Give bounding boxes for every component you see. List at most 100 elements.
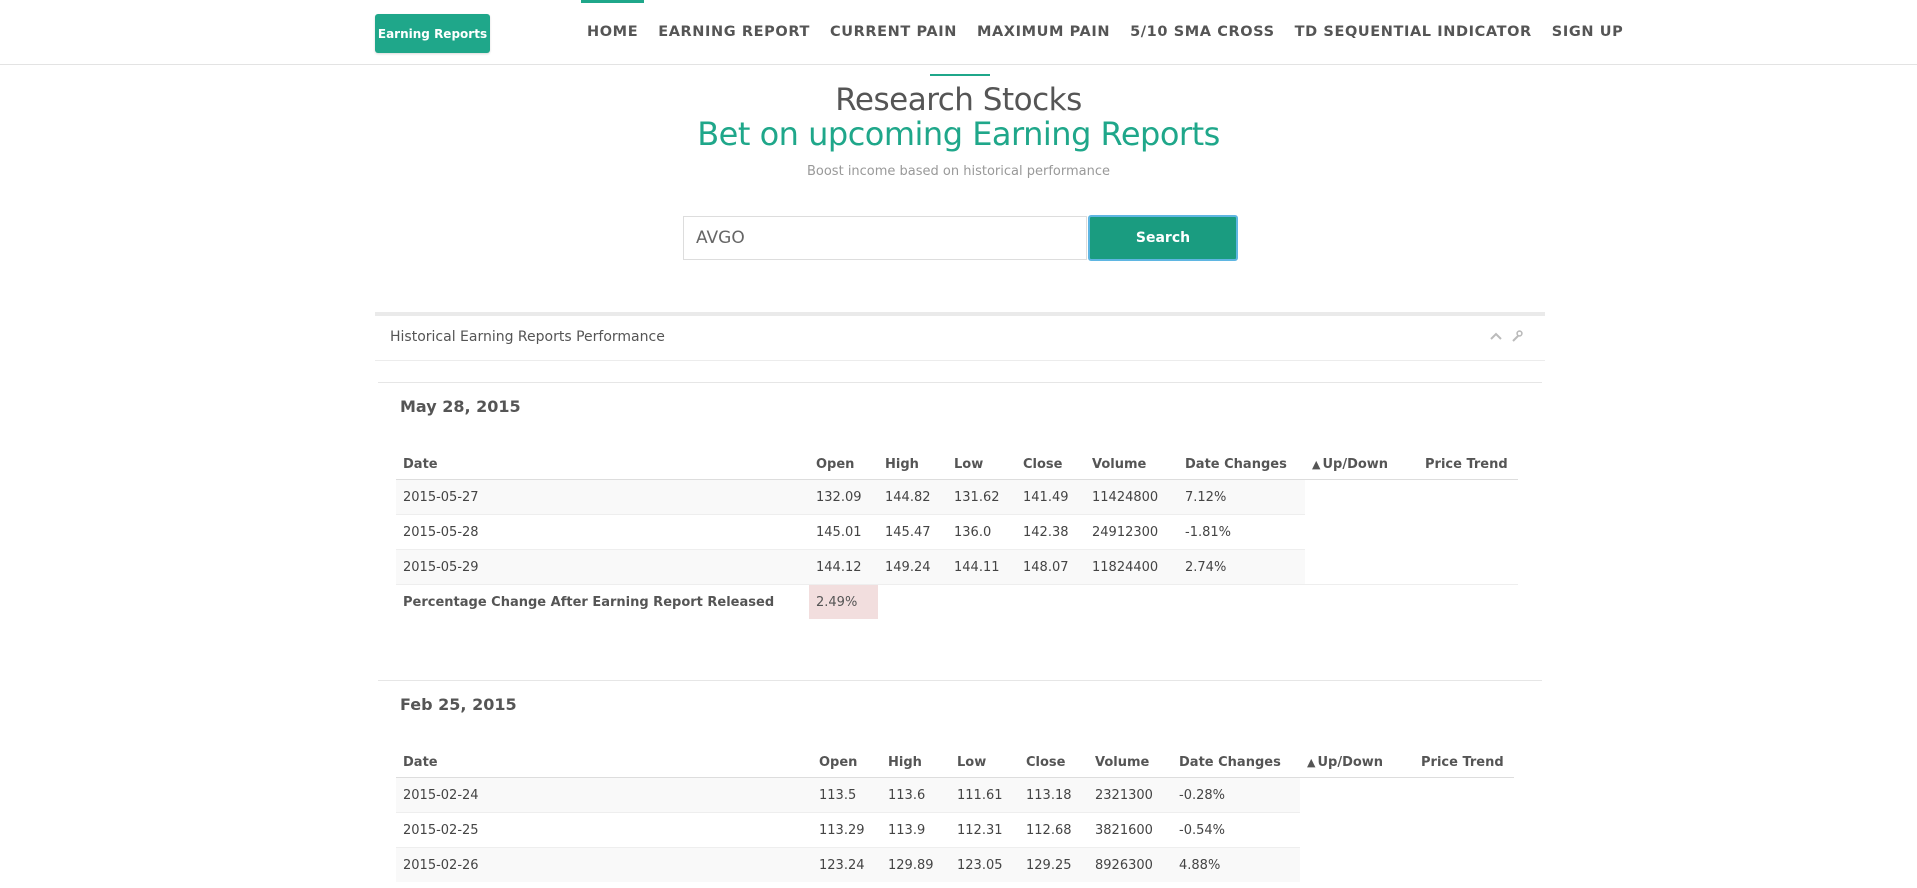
cell-close: 142.38: [1016, 514, 1085, 550]
cell-up-down: [1305, 514, 1418, 550]
cell-volume: 3821600: [1088, 812, 1172, 848]
collapse-chevron-icon[interactable]: [1490, 330, 1502, 345]
cell-date: 2015-02-26: [396, 847, 812, 882]
table-row: 2015-05-29 144.12 149.24 144.11 148.07 1…: [396, 549, 1518, 585]
cell-close: 113.18: [1019, 777, 1088, 813]
cell-up-down: [1305, 549, 1418, 585]
cell-volume: 2321300: [1088, 777, 1172, 813]
cell-close: 141.49: [1016, 479, 1085, 515]
cell-volume: 8926300: [1088, 847, 1172, 882]
cell-date-change: 4.88%: [1172, 847, 1300, 882]
col-low[interactable]: Low: [947, 449, 1016, 480]
table-row: 2015-05-28 145.01 145.47 136.0 142.38 24…: [396, 514, 1518, 550]
cell-up-down: [1300, 777, 1414, 813]
cell-high: 144.82: [878, 479, 947, 515]
cell-up-down: [1300, 847, 1414, 882]
report-table: Date Open High Low Close Volume Date Cha…: [396, 747, 1514, 882]
cell-high: 129.89: [881, 847, 950, 882]
table-header-row: Date Open High Low Close Volume Date Cha…: [396, 449, 1518, 480]
cell-price-trend: [1418, 549, 1518, 585]
cell-price-trend: [1414, 777, 1514, 813]
cell-date: 2015-05-28: [396, 514, 809, 550]
cell-low: 123.05: [950, 847, 1019, 882]
cell-high: 113.6: [881, 777, 950, 813]
cell-high: 149.24: [878, 549, 947, 585]
nav-home[interactable]: HOME: [577, 0, 648, 64]
nav-td-sequential[interactable]: TD SEQUENTIAL INDICATOR: [1285, 0, 1542, 64]
cell-date-change: -0.28%: [1172, 777, 1300, 813]
col-open[interactable]: Open: [809, 449, 878, 480]
nav-earning-report[interactable]: EARNING REPORT: [648, 0, 820, 64]
table-header-row: Date Open High Low Close Volume Date Cha…: [396, 747, 1514, 778]
summary-percentage: 2.49%: [809, 584, 878, 619]
cell-close: 148.07: [1016, 549, 1085, 585]
panel-title: Historical Earning Reports Performance: [390, 329, 665, 345]
col-date-changes[interactable]: Date Changes: [1178, 449, 1305, 480]
summary-label: Percentage Change After Earning Report R…: [396, 584, 809, 619]
cell-up-down: [1305, 479, 1418, 515]
table-row: 2015-05-27 132.09 144.82 131.62 141.49 1…: [396, 479, 1518, 515]
col-close[interactable]: Close: [1019, 747, 1088, 778]
cell-open: 132.09: [809, 479, 878, 515]
col-volume[interactable]: Volume: [1088, 747, 1172, 778]
col-low[interactable]: Low: [950, 747, 1019, 778]
cell-volume: 11424800: [1085, 479, 1178, 515]
cell-date: 2015-05-29: [396, 549, 809, 585]
cell-high: 113.9: [881, 812, 950, 848]
cell-open: 113.29: [812, 812, 881, 848]
main-nav: HOME EARNING REPORT CURRENT PAIN MAXIMUM…: [577, 0, 1633, 64]
cell-price-trend: [1418, 479, 1518, 515]
cell-low: 112.31: [950, 812, 1019, 848]
table-row: 2015-02-26 123.24 129.89 123.05 129.25 8…: [396, 847, 1514, 882]
col-open[interactable]: Open: [812, 747, 881, 778]
cell-price-trend: [1414, 847, 1514, 882]
cell-volume: 11824400: [1085, 549, 1178, 585]
col-date-changes[interactable]: Date Changes: [1172, 747, 1300, 778]
report-table: Date Open High Low Close Volume Date Cha…: [396, 449, 1518, 619]
nav-current-pain[interactable]: CURRENT PAIN: [820, 0, 967, 64]
wrench-icon[interactable]: [1511, 330, 1523, 345]
cell-high: 145.47: [878, 514, 947, 550]
col-price-trend[interactable]: Price Trend: [1414, 747, 1514, 778]
cell-close: 112.68: [1019, 812, 1088, 848]
nav-maximum-pain[interactable]: MAXIMUM PAIN: [967, 0, 1120, 64]
col-up-down-label: Up/Down: [1322, 456, 1389, 472]
report-section: Feb 25, 2015 Date Open High Low Close Vo…: [378, 680, 1542, 888]
col-high[interactable]: High: [878, 449, 947, 480]
cell-date-change: -0.54%: [1172, 812, 1300, 848]
cell-up-down: [1300, 812, 1414, 848]
col-date[interactable]: Date: [396, 747, 812, 778]
cell-low: 131.62: [947, 479, 1016, 515]
ticker-search-input[interactable]: [683, 216, 1087, 260]
col-volume[interactable]: Volume: [1085, 449, 1178, 480]
cell-date: 2015-02-24: [396, 777, 812, 813]
cell-open: 145.01: [809, 514, 878, 550]
col-high[interactable]: High: [881, 747, 950, 778]
cell-open: 113.5: [812, 777, 881, 813]
col-price-trend[interactable]: Price Trend: [1418, 449, 1518, 480]
search-button[interactable]: Search: [1088, 215, 1238, 261]
cell-date: 2015-02-25: [396, 812, 812, 848]
cell-date: 2015-05-27: [396, 479, 809, 515]
cell-open: 144.12: [809, 549, 878, 585]
hero-tagline: Boost income based on historical perform…: [806, 164, 1111, 179]
cell-open: 123.24: [812, 847, 881, 882]
cell-low: 111.61: [950, 777, 1019, 813]
col-up-down[interactable]: ▲ Up/Down: [1300, 747, 1414, 778]
panel-tools: [1490, 330, 1523, 345]
brand-logo-button[interactable]: Earning Reports: [375, 14, 490, 53]
hero-divider: [930, 74, 990, 76]
triangle-up-icon: ▲: [1312, 457, 1321, 471]
nav-sma-cross[interactable]: 5/10 SMA CROSS: [1120, 0, 1285, 64]
report-section: May 28, 2015 Date Open High Low Close Vo…: [378, 382, 1542, 656]
col-up-down-label: Up/Down: [1317, 754, 1384, 770]
nav-sign-up[interactable]: SIGN UP: [1542, 0, 1634, 64]
cell-volume: 24912300: [1085, 514, 1178, 550]
col-date[interactable]: Date: [396, 449, 809, 480]
table-row: 2015-02-24 113.5 113.6 111.61 113.18 232…: [396, 777, 1514, 813]
col-up-down[interactable]: ▲ Up/Down: [1305, 449, 1418, 480]
report-date: May 28, 2015: [400, 397, 521, 416]
table-row: 2015-02-25 113.29 113.9 112.31 112.68 38…: [396, 812, 1514, 848]
col-close[interactable]: Close: [1016, 449, 1085, 480]
triangle-up-icon: ▲: [1307, 755, 1316, 769]
